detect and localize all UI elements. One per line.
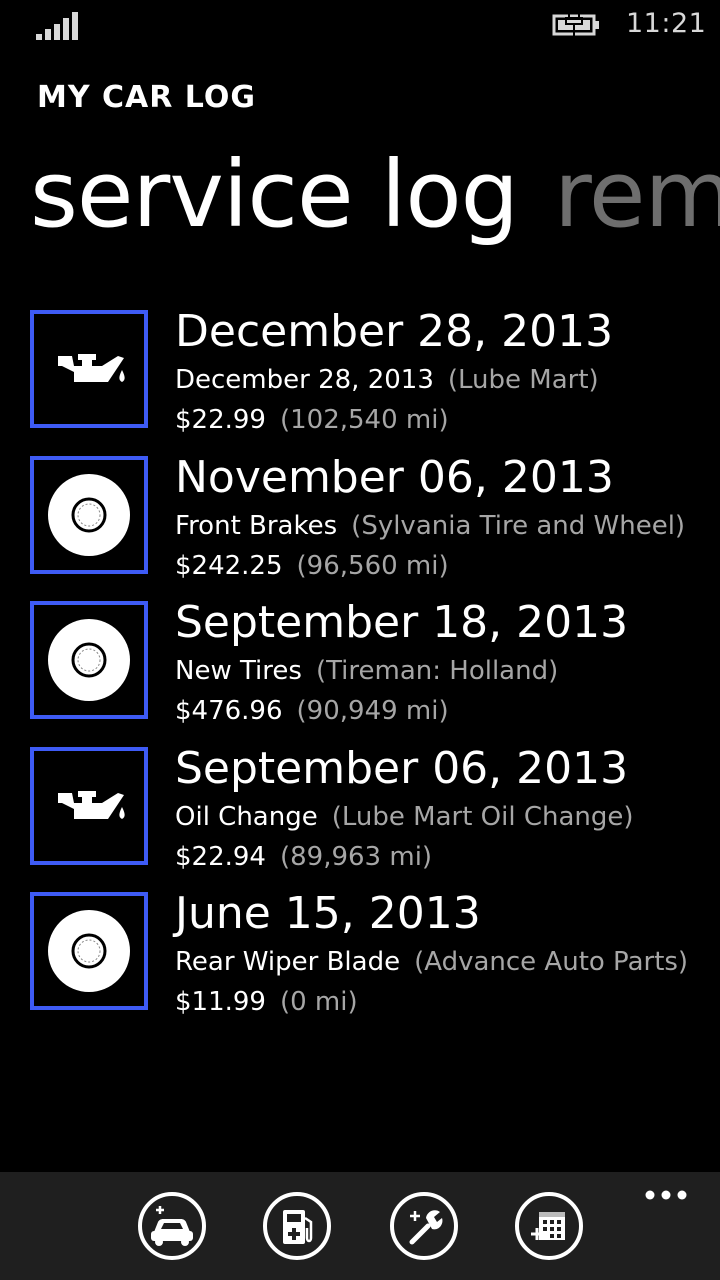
oil-can-icon [58,354,125,382]
service-type-tile [30,892,148,1010]
add-car-icon [151,1206,193,1246]
entry-vendor: (Lube Mart Oil Change) [331,801,634,832]
entry-date: September 06, 2013 [175,742,629,794]
entry-date: June 15, 2013 [175,888,481,939]
add-fuel-icon [283,1210,313,1244]
app-title: MY CAR LOG [37,80,256,115]
entry-mileage: (90,949 mi) [296,696,449,726]
add-car-button[interactable] [138,1192,206,1260]
entry-service: Front Brakes [175,510,338,541]
signal-strength-icon [36,12,78,40]
battery-charging-icon [552,12,599,38]
add-service-icon [409,1210,443,1245]
tire-icon [48,619,130,701]
entry-cost: $242.25 [175,550,283,581]
add-reminder-icon [531,1212,565,1240]
entry-date: December 28, 2013 [175,306,614,357]
list-item[interactable]: November 06, 2013 Front Brakes (Sylvania … [30,451,720,600]
entry-cost: $22.94 [175,841,266,872]
application-bar [0,1172,720,1280]
service-type-tile [30,455,148,574]
entry-mileage: (0 mi) [279,987,358,1017]
entry-vendor: (Advance Auto Parts) [414,947,689,977]
add-fuel-button[interactable] [263,1192,331,1260]
entry-service: Oil Change [175,801,318,832]
status-bar: 11:21 [0,0,720,52]
entry-cost: $11.99 [175,987,266,1017]
service-log-list: December 28, 2013 December 28, 2013 (Lube… [30,308,720,1036]
tire-icon [48,910,130,992]
add-reminder-button[interactable] [515,1192,583,1260]
entry-vendor: (Sylvania Tire and Wheel) [351,510,686,541]
pivot-header: service log rem [30,140,720,260]
add-service-button[interactable] [390,1192,458,1260]
clock: 11:21 [626,8,707,39]
list-item[interactable]: June 15, 2013 Rear Wiper Blade (Advance A… [30,890,720,1036]
entry-service: December 28, 2013 [175,365,434,395]
service-type-tile [30,601,148,719]
more-options-icon[interactable] [644,1188,688,1202]
entry-service: New Tires [175,656,302,686]
entry-vendor: (Lube Mart) [447,365,599,395]
tire-icon [48,473,130,556]
entry-cost: $22.99 [175,405,266,435]
list-item[interactable]: September 06, 2013 Oil Change (Lube Mart … [30,742,720,891]
entry-mileage: (89,963 mi) [279,841,433,872]
oil-can-icon [58,790,125,819]
entry-mileage: (102,540 mi) [279,405,449,435]
list-item[interactable]: September 18, 2013 New Tires (Tireman: Ho… [30,599,720,745]
entry-date: September 18, 2013 [175,597,629,648]
entry-cost: $476.96 [175,696,283,726]
service-type-tile [30,746,148,865]
pivot-tab-service-log[interactable]: service log [30,140,519,250]
entry-mileage: (96,560 mi) [296,550,449,581]
pivot-tab-reminders[interactable]: rem [554,140,720,250]
entry-service: Rear Wiper Blade [175,947,401,977]
service-type-tile [30,310,148,428]
entry-date: November 06, 2013 [175,451,614,503]
entry-vendor: (Tireman: Holland) [315,656,559,686]
list-item[interactable]: December 28, 2013 December 28, 2013 (Lube… [30,308,720,454]
